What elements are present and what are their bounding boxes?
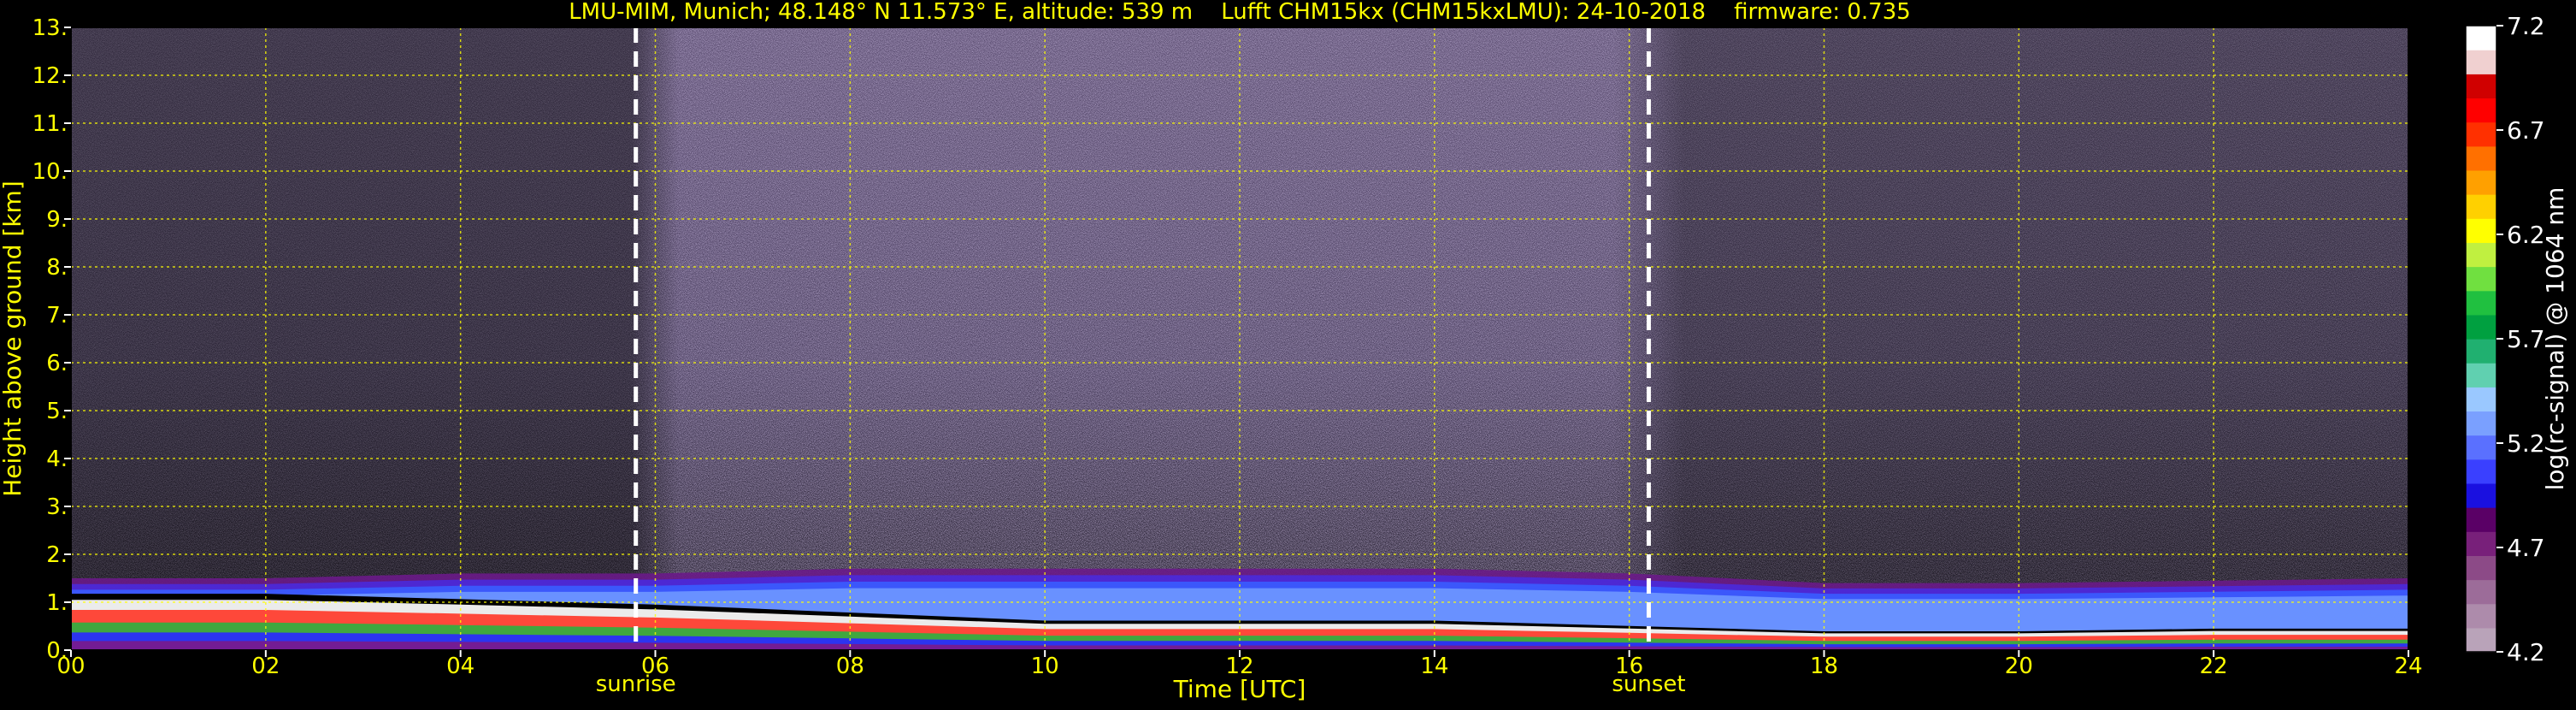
colorbar-segment xyxy=(2466,26,2496,50)
colorbar-segment xyxy=(2466,314,2496,340)
colorbar-segment xyxy=(2466,74,2496,99)
colorbar-segment xyxy=(2466,555,2496,581)
colorbar-segment xyxy=(2466,50,2496,74)
colorbar-label: log(rc-signal) @ 1064 nm xyxy=(2541,187,2569,491)
y-tick-label: 5. xyxy=(46,399,68,424)
colorbar-tick-label: 5.2 xyxy=(2507,429,2545,458)
y-tick-label: 12. xyxy=(32,63,68,89)
colorbar-tick-label: 4.7 xyxy=(2507,534,2545,562)
colorbar-segment xyxy=(2466,435,2496,460)
colorbar-segment xyxy=(2466,121,2496,147)
x-tick-label: 06 xyxy=(641,654,669,679)
x-axis-label: Time [UTC] xyxy=(1173,675,1306,703)
colorbar-segment xyxy=(2466,145,2496,171)
y-tick-label: 7. xyxy=(46,303,68,328)
x-tick-label: 14 xyxy=(1420,654,1448,679)
x-tick-label: 20 xyxy=(2005,654,2033,679)
colorbar-segment xyxy=(2466,603,2496,629)
colorbar: 4.2 4.7 5.2 5.7 6.2 6.7 7.2 xyxy=(2465,12,2545,666)
y-tick-label: 13. xyxy=(32,15,68,41)
y-tick-label: 9. xyxy=(46,207,68,233)
y-tick-label: 0. xyxy=(46,638,68,664)
x-tick-label: 04 xyxy=(446,654,475,679)
colorbar-tick-label: 7.2 xyxy=(2507,12,2545,40)
y-tick-label: 1. xyxy=(46,590,68,616)
chart-svg: sunrise sunset 00 02 04 06 08 10 12 14 16 18 20 22 24… xyxy=(0,0,2569,703)
colorbar-segment xyxy=(2466,218,2496,243)
lidar-plot: sunrise sunset 00 02 04 06 08 10 12 14 16 18 20 22 24… xyxy=(0,0,2576,707)
colorbar-segment xyxy=(2466,169,2496,195)
colorbar-tick-label: 4.2 xyxy=(2507,638,2545,666)
x-tick-label: 24 xyxy=(2394,654,2422,679)
colorbar-segment xyxy=(2466,266,2496,292)
colorbar-segment xyxy=(2466,507,2496,532)
colorbar-segment xyxy=(2466,290,2496,316)
colorbar-segment xyxy=(2466,98,2496,123)
x-tick-label: 02 xyxy=(251,654,280,679)
colorbar-segment xyxy=(2466,339,2496,364)
colorbar-segment xyxy=(2466,579,2496,605)
y-tick-label: 6. xyxy=(46,351,68,376)
colorbar-segment xyxy=(2466,459,2496,484)
y-tick-label: 11. xyxy=(32,111,68,137)
x-tick-label: 18 xyxy=(1810,654,1838,679)
colorbar-segment xyxy=(2466,194,2496,219)
x-tick-label: 10 xyxy=(1031,654,1059,679)
x-tick-label: 16 xyxy=(1615,654,1643,679)
y-tick-label: 3. xyxy=(46,494,68,520)
x-tick-label: 22 xyxy=(2200,654,2228,679)
colorbar-segment xyxy=(2466,627,2496,653)
colorbar-segment xyxy=(2466,363,2496,388)
y-tick-label: 8. xyxy=(46,255,68,281)
y-tick-label: 10. xyxy=(32,159,68,185)
colorbar-segment xyxy=(2466,531,2496,556)
y-tick-label: 4. xyxy=(46,447,68,472)
colorbar-segment xyxy=(2466,482,2496,508)
colorbar-tick-label: 5.7 xyxy=(2507,325,2545,353)
colorbar-segment xyxy=(2466,242,2496,268)
x-tick-label: 08 xyxy=(836,654,864,679)
colorbar-tick-label: 6.2 xyxy=(2507,221,2545,249)
colorbar-segment xyxy=(2466,411,2496,436)
chart-title: LMU-MIM, Munich; 48.148° N 11.573° E, al… xyxy=(569,0,1911,25)
colorbar-segment xyxy=(2466,387,2496,412)
y-tick-label: 2. xyxy=(46,542,68,568)
y-axis-label: Height above ground [km] xyxy=(0,180,27,497)
colorbar-tick-label: 6.7 xyxy=(2507,116,2545,145)
